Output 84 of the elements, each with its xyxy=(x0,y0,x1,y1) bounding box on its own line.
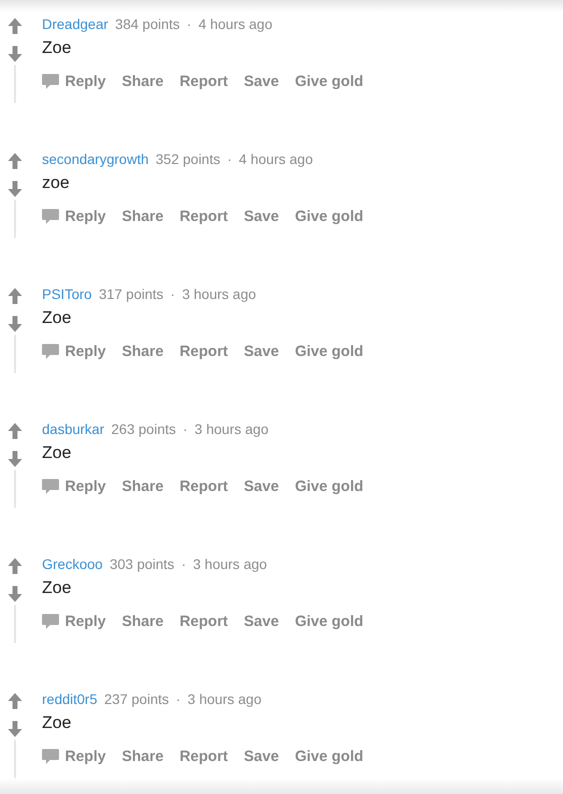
down-arrow-icon xyxy=(8,721,22,737)
speech-bubble-icon xyxy=(42,614,59,628)
reply-button[interactable]: Reply xyxy=(42,208,106,224)
award-button[interactable]: Give gold xyxy=(294,342,364,360)
username-link[interactable]: Dreadgear xyxy=(42,16,108,32)
username-link[interactable]: secondarygrowth xyxy=(42,151,149,167)
save-button[interactable]: Save xyxy=(244,208,279,224)
up-arrow-icon xyxy=(8,288,22,304)
award-button[interactable]: Give gold xyxy=(294,748,364,764)
comment-text: Zoe xyxy=(42,37,72,59)
report-button[interactable]: Report xyxy=(180,748,228,764)
up-arrow-icon xyxy=(8,693,22,709)
share-button[interactable]: Share xyxy=(122,72,164,90)
username-link[interactable]: Greckooo xyxy=(42,556,103,572)
upvote-button[interactable] xyxy=(8,153,22,172)
speech-bubble-icon xyxy=(42,344,59,358)
upvote-button[interactable] xyxy=(8,558,22,577)
down-arrow-icon xyxy=(8,181,22,197)
award-button[interactable]: Give gold xyxy=(294,612,364,630)
report-button[interactable]: Report xyxy=(180,612,228,630)
separator-dot: · xyxy=(181,556,186,572)
reply-button[interactable]: Reply xyxy=(42,342,106,360)
share-button[interactable]: Share xyxy=(122,208,164,224)
comment-text: Zoe xyxy=(42,442,72,464)
username-link[interactable]: dasburkar xyxy=(42,421,104,437)
share-button[interactable]: Share xyxy=(122,478,164,494)
upvote-button[interactable] xyxy=(8,693,22,712)
points-count: 384 points xyxy=(115,16,180,32)
down-arrow-icon xyxy=(8,451,22,467)
save-button[interactable]: Save xyxy=(244,72,279,90)
comment-text: Zoe xyxy=(42,712,72,734)
reply-button[interactable]: Reply xyxy=(42,748,106,764)
timestamp: 4 hours ago xyxy=(238,151,313,167)
timestamp: 3 hours ago xyxy=(194,421,268,437)
points-count: 263 points xyxy=(111,421,176,437)
down-arrow-icon xyxy=(8,46,22,62)
up-arrow-icon xyxy=(8,153,22,169)
up-arrow-icon xyxy=(8,18,22,34)
share-button[interactable]: Share xyxy=(122,342,164,360)
award-button[interactable]: Give gold xyxy=(294,72,364,90)
save-button[interactable]: Save xyxy=(244,612,279,630)
separator-dot: · xyxy=(186,16,192,32)
separator-dot: · xyxy=(176,691,181,707)
report-button[interactable]: Report xyxy=(180,72,228,90)
points-count: 317 points xyxy=(98,286,164,302)
reply-button[interactable]: Reply xyxy=(42,478,106,494)
report-button[interactable]: Report xyxy=(180,342,228,360)
username-link[interactable]: PSIToro xyxy=(42,286,92,302)
save-button[interactable]: Save xyxy=(244,342,279,360)
points-count: 303 points xyxy=(110,556,174,572)
up-arrow-icon xyxy=(8,558,22,574)
up-arrow-icon xyxy=(8,423,22,439)
points-count: 237 points xyxy=(104,691,169,707)
speech-bubble-icon xyxy=(42,748,59,764)
separator-dot: · xyxy=(170,286,176,302)
timestamp: 3 hours ago xyxy=(182,286,256,302)
upvote-button[interactable] xyxy=(8,18,22,37)
timestamp: 4 hours ago xyxy=(198,16,272,32)
comment-text: Zoe xyxy=(42,307,72,329)
separator-dot: · xyxy=(227,151,232,167)
down-arrow-icon xyxy=(8,316,22,332)
award-button[interactable]: Give gold xyxy=(294,478,364,494)
comment-text: zoe xyxy=(42,172,70,194)
reply-button[interactable]: Reply xyxy=(42,612,106,630)
report-button[interactable]: Report xyxy=(180,208,228,224)
points-count: 352 points xyxy=(156,151,220,167)
reply-button[interactable]: Reply xyxy=(42,72,106,90)
timestamp: 3 hours ago xyxy=(188,691,262,707)
username-link[interactable]: reddit0r5 xyxy=(42,691,98,707)
comment-text: Zoe xyxy=(42,577,72,599)
separator-dot: · xyxy=(182,421,188,437)
timestamp: 3 hours ago xyxy=(192,556,267,572)
award-button[interactable]: Give gold xyxy=(294,208,364,224)
share-button[interactable]: Share xyxy=(122,612,164,630)
report-button[interactable]: Report xyxy=(180,478,228,494)
share-button[interactable]: Share xyxy=(122,748,164,764)
down-arrow-icon xyxy=(8,586,22,602)
save-button[interactable]: Save xyxy=(244,748,279,764)
upvote-button[interactable] xyxy=(8,423,22,442)
upvote-button[interactable] xyxy=(8,288,22,307)
save-button[interactable]: Save xyxy=(244,478,279,494)
speech-bubble-icon xyxy=(42,208,59,224)
speech-bubble-icon xyxy=(42,478,59,494)
speech-bubble-icon xyxy=(42,74,59,88)
